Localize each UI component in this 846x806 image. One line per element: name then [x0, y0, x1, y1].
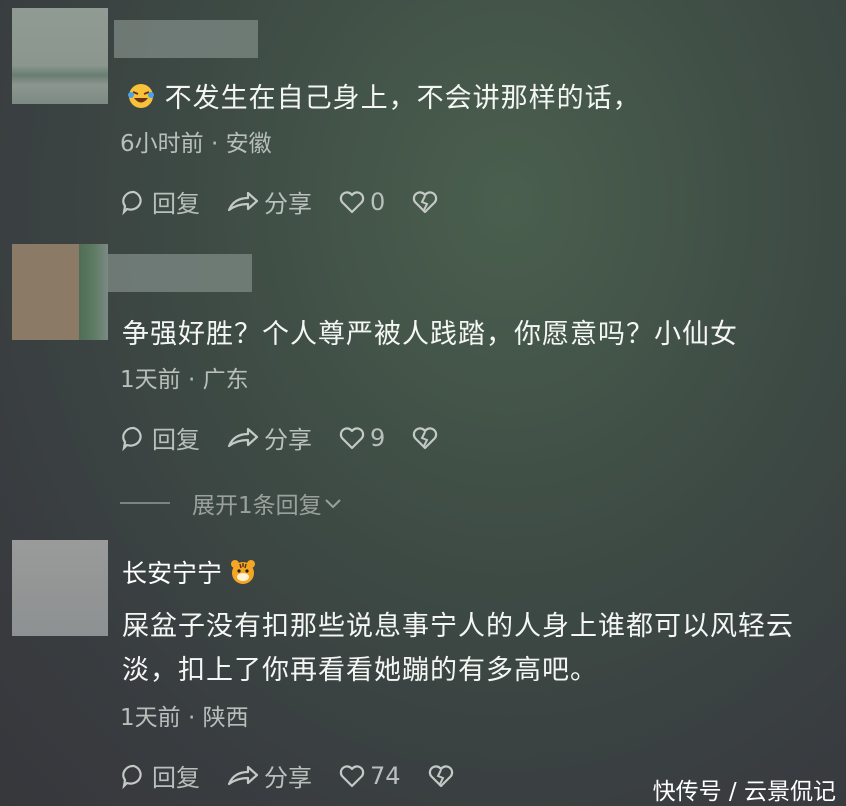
reply-button[interactable]: 回复	[120, 420, 200, 455]
chevron-down-icon	[324, 499, 341, 509]
dislike-button[interactable]	[427, 762, 459, 790]
broken-heart-icon	[428, 764, 453, 787]
comment-meta: 1天前 · 陕西	[120, 705, 249, 731]
comment-bubble-icon	[122, 426, 142, 451]
broken-heart-icon	[413, 190, 438, 213]
like-button[interactable]: 74	[338, 762, 401, 790]
dislike-button[interactable]	[411, 424, 443, 452]
comment-bubble-icon	[122, 190, 142, 215]
comment-text-line: 淡，扣上了你再看看她蹦的有多高吧。	[122, 655, 598, 686]
comment-text: 不发生在自己身上，不会讲那样的话，	[127, 76, 641, 117]
username-redacted	[114, 20, 258, 58]
expand-replies-button[interactable]: 展开1条回复	[120, 486, 344, 520]
comment-meta: 6小时前 · 安徽	[120, 131, 272, 157]
comment-text-line: 屎盆子没有扣那些说息事宁人的人身上谁都可以风轻云	[122, 611, 794, 642]
like-button[interactable]: 9	[338, 424, 385, 452]
like-count: 9	[370, 423, 386, 452]
share-button[interactable]: 分享	[226, 420, 312, 455]
comment-actions: 回复 分享 9	[120, 420, 469, 455]
comment-actions: 回复 分享 74	[120, 758, 485, 793]
reply-button[interactable]: 回复	[120, 184, 200, 219]
share-button[interactable]: 分享	[226, 758, 312, 793]
divider	[120, 502, 170, 504]
share-button[interactable]: 分享	[226, 184, 312, 219]
share-icon	[227, 427, 259, 447]
like-button[interactable]: 0	[338, 188, 385, 216]
comment-bubble-icon	[122, 764, 142, 789]
watermark: 快传号 / 云景侃记	[652, 779, 836, 805]
comment-text: 争强好胜？个人尊严被人践踏，你愿意吗？小仙女	[122, 319, 738, 350]
username[interactable]: 长安宁宁	[122, 554, 256, 591]
comment-meta: 1天前 · 广东	[120, 367, 249, 393]
heart-icon	[339, 426, 365, 449]
reply-button[interactable]: 回复	[120, 758, 200, 793]
like-count: 74	[370, 761, 401, 790]
heart-icon	[339, 190, 365, 213]
avatar[interactable]	[12, 540, 108, 636]
avatar[interactable]	[12, 244, 108, 340]
share-icon	[227, 191, 259, 211]
share-icon	[227, 765, 259, 785]
broken-heart-icon	[413, 426, 438, 449]
dislike-button[interactable]	[411, 188, 443, 216]
laughing-crying-emoji-icon	[127, 82, 155, 117]
like-count: 0	[370, 187, 386, 216]
heart-icon	[339, 764, 365, 787]
username-redacted	[108, 254, 252, 292]
avatar[interactable]	[12, 8, 108, 104]
comment-actions: 回复 分享 0	[120, 184, 469, 219]
tiger-emoji-icon	[230, 559, 256, 591]
